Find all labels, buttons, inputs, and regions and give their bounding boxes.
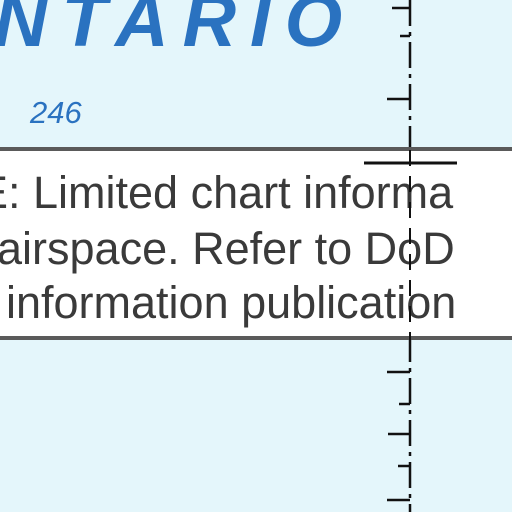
note-line-3: information publication [6,277,457,328]
limited-chart-info-note: E: Limited chart informa airspace. Refer… [0,147,512,340]
chart-map[interactable]: NTARIO 246 E: Limited chart informa airs… [0,0,512,512]
note-line-1: E: Limited chart informa [0,167,454,218]
note-line-2: airspace. Refer to DoD [0,223,455,274]
